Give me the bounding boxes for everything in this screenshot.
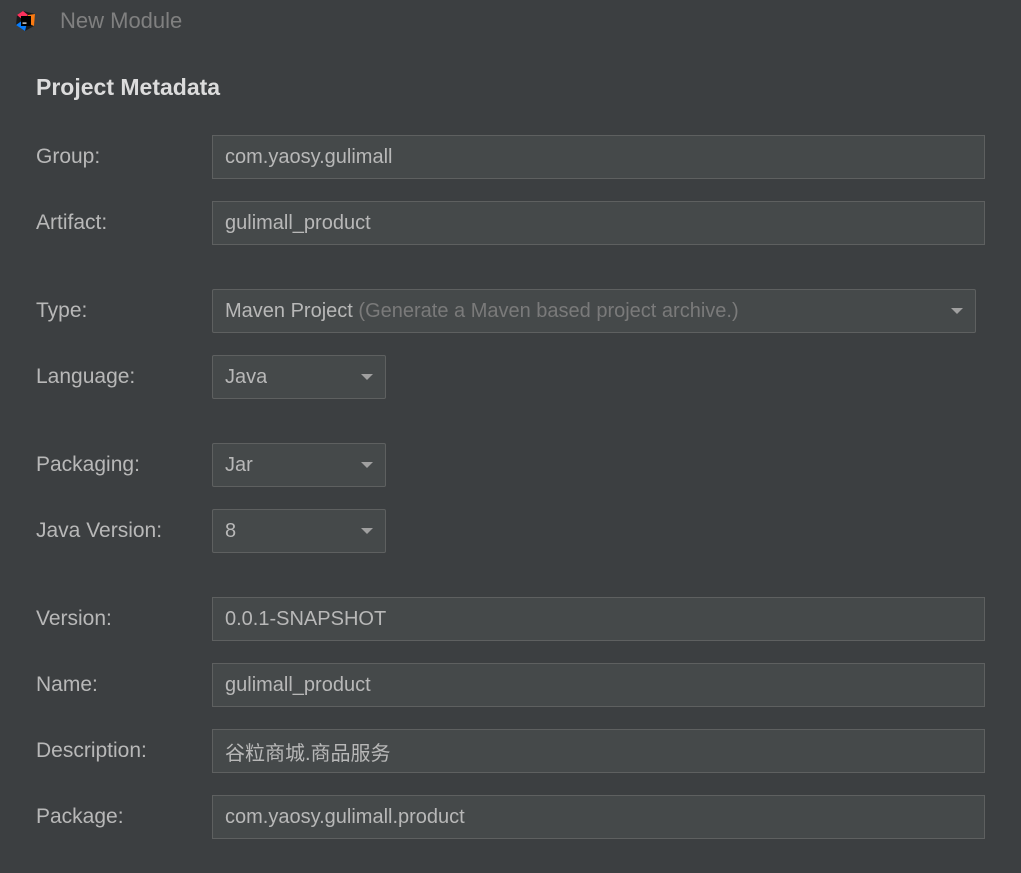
chevron-down-icon bbox=[361, 528, 373, 534]
package-input[interactable] bbox=[212, 795, 985, 839]
chevron-down-icon bbox=[361, 374, 373, 380]
packaging-value: Jar bbox=[225, 454, 253, 477]
chevron-down-icon bbox=[361, 462, 373, 468]
artifact-input[interactable] bbox=[212, 201, 985, 245]
label-type: Type: bbox=[36, 299, 212, 323]
group-input[interactable] bbox=[212, 135, 985, 179]
row-type: Type: Maven Project (Generate a Maven ba… bbox=[36, 289, 985, 333]
row-description: Description: bbox=[36, 729, 985, 773]
row-version: Version: bbox=[36, 597, 985, 641]
label-java-version: Java Version: bbox=[36, 519, 212, 543]
type-value: Maven Project bbox=[225, 300, 353, 322]
label-group: Group: bbox=[36, 145, 212, 169]
label-language: Language: bbox=[36, 365, 212, 389]
version-input[interactable] bbox=[212, 597, 985, 641]
titlebar: New Module bbox=[0, 0, 1021, 40]
row-java-version: Java Version: 8 bbox=[36, 509, 985, 553]
label-name: Name: bbox=[36, 673, 212, 697]
row-packaging: Packaging: Jar bbox=[36, 443, 985, 487]
row-name: Name: bbox=[36, 663, 985, 707]
type-select-text: Maven Project (Generate a Maven based pr… bbox=[225, 300, 739, 323]
intellij-icon bbox=[14, 9, 38, 33]
language-value: Java bbox=[225, 366, 267, 389]
type-hint: (Generate a Maven based project archive.… bbox=[358, 300, 738, 322]
label-version: Version: bbox=[36, 607, 212, 631]
description-input[interactable] bbox=[212, 729, 985, 773]
window-title: New Module bbox=[60, 8, 182, 34]
packaging-select[interactable]: Jar bbox=[212, 443, 386, 487]
name-input[interactable] bbox=[212, 663, 985, 707]
label-description: Description: bbox=[36, 739, 212, 763]
type-select[interactable]: Maven Project (Generate a Maven based pr… bbox=[212, 289, 976, 333]
language-select[interactable]: Java bbox=[212, 355, 386, 399]
label-package: Package: bbox=[36, 805, 212, 829]
java-version-select[interactable]: 8 bbox=[212, 509, 386, 553]
row-package: Package: bbox=[36, 795, 985, 839]
label-artifact: Artifact: bbox=[36, 211, 212, 235]
row-artifact: Artifact: bbox=[36, 201, 985, 245]
section-title: Project Metadata bbox=[36, 74, 985, 101]
row-language: Language: Java bbox=[36, 355, 985, 399]
form-content: Project Metadata Group: Artifact: Type: … bbox=[0, 40, 1021, 839]
row-group: Group: bbox=[36, 135, 985, 179]
label-packaging: Packaging: bbox=[36, 453, 212, 477]
chevron-down-icon bbox=[951, 308, 963, 314]
java-version-value: 8 bbox=[225, 520, 236, 543]
